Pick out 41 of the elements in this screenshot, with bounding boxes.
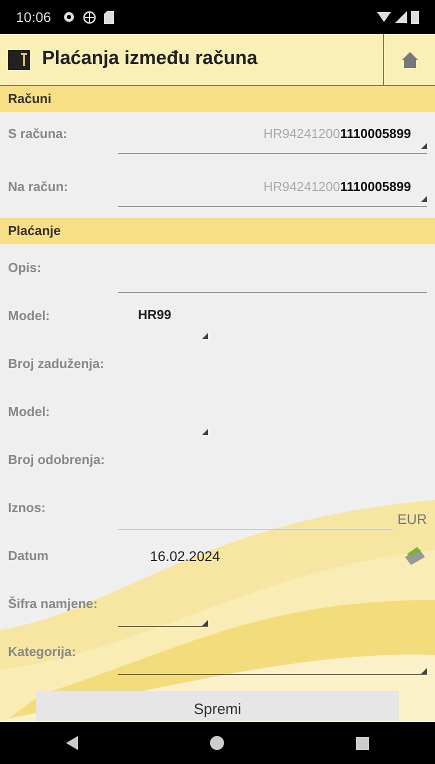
section-header: Plaćanje — [0, 218, 435, 244]
account-dropdown[interactable]: HR942412001110005899 — [118, 124, 427, 154]
field-label: Iznos: — [8, 499, 47, 518]
dropdown-corner-icon — [421, 196, 427, 202]
home-icon — [400, 50, 418, 68]
date-value: 16.02.2024 — [150, 546, 220, 566]
sd-card-icon — [104, 10, 114, 24]
home-circle-icon[interactable] — [210, 736, 224, 750]
account-number: HR942412001110005899 — [264, 125, 411, 143]
status-time: 10:06 — [16, 8, 52, 26]
signal-icon — [395, 11, 407, 23]
wifi-icon — [377, 11, 391, 23]
back-icon[interactable] — [66, 736, 78, 750]
dropdown-corner-icon — [421, 143, 427, 149]
dropdown-corner-icon — [202, 429, 208, 435]
window-title: Plaćanja između računa — [42, 47, 258, 72]
dropdown-corner-icon — [202, 333, 208, 339]
dropdown-corner-icon — [421, 668, 427, 674]
field-label: Opis: — [8, 259, 42, 278]
field-label: Model: — [8, 403, 51, 422]
gear-icon — [63, 11, 76, 23]
account-number: HR942412001110005899 — [264, 178, 411, 196]
model-dropdown[interactable]: HR99 — [118, 305, 208, 339]
field-label: S računa: — [8, 125, 68, 143]
dropdown-value: HR99 — [138, 307, 172, 322]
section-header: Računi — [0, 86, 435, 112]
battery-icon — [411, 10, 419, 24]
field-label: Model: — [8, 307, 51, 326]
recents-icon[interactable] — [356, 736, 369, 750]
account-dropdown[interactable]: HR942412001110005899 — [118, 177, 427, 207]
field-label: Datum — [8, 547, 50, 566]
field-label: Broj odobrenja: — [8, 451, 106, 470]
currency-label: EUR — [397, 510, 427, 529]
calendar-icon — [403, 545, 427, 567]
save-button[interactable]: Spremi — [36, 691, 399, 721]
app-logo-icon — [8, 50, 30, 70]
field-label: Na račun: — [8, 178, 69, 196]
field-label: Kategorija: — [8, 643, 77, 662]
globe-icon — [83, 10, 96, 24]
dropdown-corner-icon — [202, 620, 208, 626]
field-label: Broj zaduženja: — [8, 355, 106, 374]
